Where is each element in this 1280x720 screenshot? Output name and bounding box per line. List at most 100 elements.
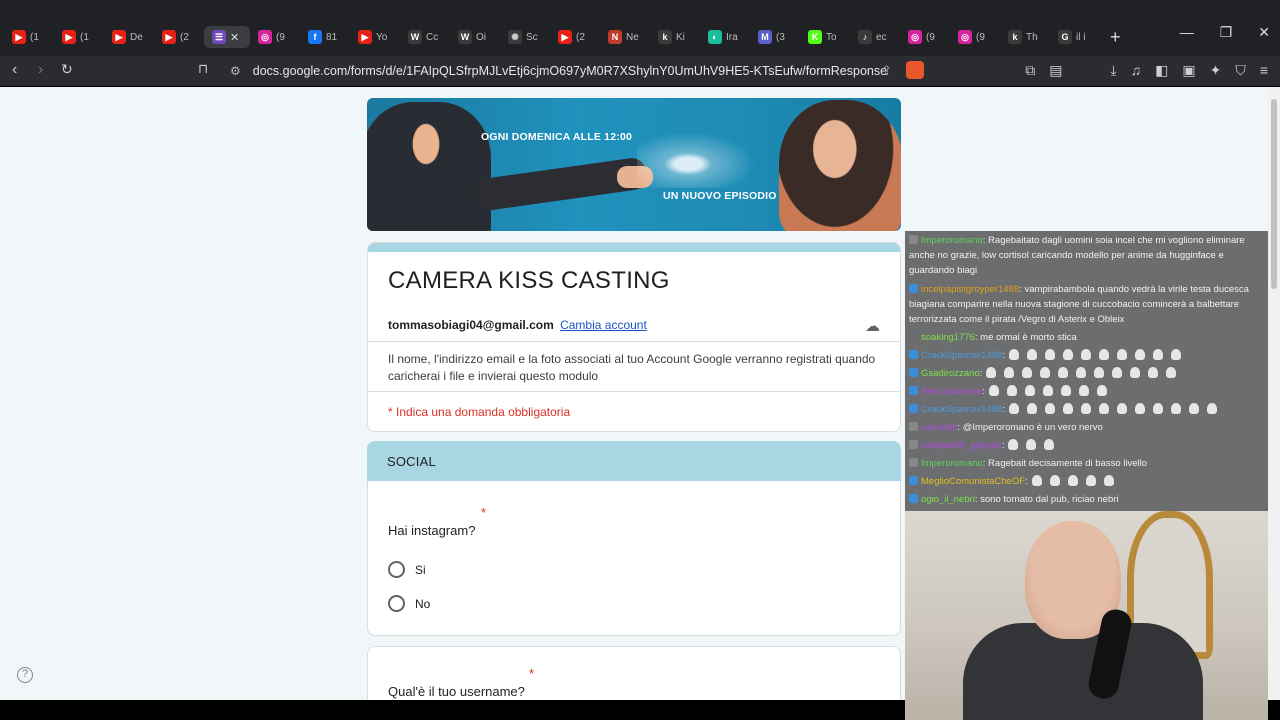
chat-badge-icon (909, 422, 918, 431)
browser-tab[interactable]: ◐ Ira (700, 26, 750, 48)
browser-tab[interactable]: N Ne (600, 26, 650, 48)
minimize-icon[interactable]: — (1180, 24, 1194, 41)
tab-title: Ki (676, 31, 685, 43)
chat-username[interactable]: MeglioComunistaCheOF (921, 476, 1025, 487)
brave-shields-icon[interactable] (906, 61, 924, 79)
tab-title: De (130, 31, 143, 43)
chat-emote-icon (1116, 403, 1127, 414)
webcam-overlay (905, 511, 1268, 720)
chat-emote-icon (1134, 349, 1145, 360)
bookmark-icon[interactable]: ⊓ (198, 61, 208, 77)
chat-emote-icon (1031, 475, 1042, 486)
wallet-icon[interactable]: ▣ (1182, 62, 1195, 79)
new-tab-button[interactable]: + (1110, 26, 1121, 48)
chat-username[interactable]: CrackSparrow1488 (921, 404, 1002, 415)
browser-tab[interactable]: K To (800, 26, 850, 48)
kick-green-icon: K (808, 30, 822, 44)
kick-icon: k (658, 30, 672, 44)
chat-message: incelpapistgroyper1488: vampirabambola q… (905, 280, 1268, 329)
forward-icon[interactable]: › (38, 61, 43, 79)
chat-emote-icon (1134, 403, 1145, 414)
chat-username[interactable]: RexLucumane (921, 386, 982, 397)
menu-icon[interactable]: ≡ (1260, 62, 1268, 79)
browser-tab[interactable]: f 81 (300, 26, 350, 48)
required-asterisk: * (481, 505, 487, 520)
chat-badge-icon (909, 404, 918, 413)
chat-emote-icon (1062, 349, 1073, 360)
browser-tab[interactable]: ☰ ✕ (204, 26, 250, 48)
radio-button[interactable] (388, 561, 405, 578)
reader-icon[interactable]: ▤ (1049, 62, 1062, 79)
page-scrollbar[interactable] (1268, 87, 1280, 700)
form-header-banner: OGNI DOMENICA ALLE 12:00 UN NUOVO EPISOD… (367, 98, 901, 231)
chat-emote-icon (1026, 439, 1037, 450)
browser-tab[interactable]: ▶ (2 (154, 26, 204, 48)
site-settings-icon[interactable]: ⚙ (230, 64, 241, 78)
browser-tab[interactable]: ◎ (9 (250, 26, 300, 48)
chat-emote-icon (1026, 349, 1037, 360)
question-card-instagram: Hai instagram? * Si No (367, 481, 901, 636)
web-icon: ◐ (708, 30, 722, 44)
scrollbar-thumb[interactable] (1271, 99, 1277, 289)
chat-username[interactable]: ogio_il_nebri (921, 494, 975, 505)
chat-emote-icon (1049, 475, 1060, 486)
chat-username[interactable]: incelpapistgroyper1488 (921, 284, 1019, 295)
maximize-icon[interactable]: ❐ (1220, 24, 1233, 41)
browser-tab[interactable]: M (3 (750, 26, 800, 48)
facebook-icon: f (308, 30, 322, 44)
chat-emote-icon (1008, 403, 1019, 414)
extensions-icon[interactable]: ⧉ (1025, 62, 1035, 79)
stream-chat-overlay: Imperoromano: Ragebaitato dagli uomini s… (905, 231, 1268, 511)
browser-tab[interactable]: ◎ (9 (900, 26, 950, 48)
browser-tab[interactable]: k Th (1000, 26, 1050, 48)
chat-username[interactable]: CrackSparrow1488 (921, 350, 1002, 361)
tab-title: Sc (526, 31, 538, 43)
chat-text: : (982, 386, 985, 397)
close-tab-icon[interactable]: ✕ (230, 31, 239, 44)
browser-tab[interactable]: ▶ Yo (350, 26, 400, 48)
reload-icon[interactable]: ↻ (61, 61, 73, 78)
required-asterisk: * (529, 666, 535, 681)
chat-username[interactable]: carmelm (921, 422, 957, 433)
close-window-icon[interactable]: ✕ (1258, 24, 1270, 41)
browser-tab[interactable]: ▶ De (104, 26, 154, 48)
chat-username[interactable]: seabjee39_gripppn (921, 440, 1002, 451)
browser-tab[interactable]: ▶ (1 (54, 26, 104, 48)
switch-account-link[interactable]: Cambia account (560, 318, 647, 332)
sidebar-icon[interactable]: ◧ (1155, 62, 1168, 79)
share-icon[interactable]: ⇪ (881, 63, 892, 79)
address-bar[interactable]: ⚙ docs.google.com/forms/d/e/1FAIpQLSfrpM… (222, 58, 902, 84)
browser-tab[interactable]: ▶ (2 (550, 26, 600, 48)
kick-icon: k (1008, 30, 1022, 44)
browser-tab[interactable]: k Ki (650, 26, 700, 48)
browser-tab[interactable]: ▶ (1 (4, 26, 54, 48)
back-icon[interactable]: ‹ (12, 61, 17, 79)
chat-emote-icon (1112, 367, 1123, 378)
browser-tab[interactable]: W Cc (400, 26, 450, 48)
browser-tab[interactable]: ♪ ec (850, 26, 900, 48)
help-icon[interactable]: ? (17, 667, 33, 683)
chat-username[interactable]: Imperoromano (921, 458, 983, 469)
chat-message: RexLucumane: (905, 383, 1268, 401)
chat-username[interactable]: Gsadirozzano (921, 368, 980, 379)
browser-tab[interactable]: Gil i (1050, 26, 1100, 48)
radio-button[interactable] (388, 595, 405, 612)
download-icon[interactable]: ⤓ (1110, 62, 1116, 79)
browser-tab[interactable]: ✺ Sc (500, 26, 550, 48)
browser-tab[interactable]: ◎ (9 (950, 26, 1000, 48)
tiktok-icon: ♪ (858, 30, 872, 44)
chat-username[interactable]: soaking1776 (921, 332, 975, 343)
leo-icon[interactable]: ✦ (1210, 62, 1222, 79)
youtube-icon: ▶ (162, 30, 176, 44)
chat-emote-icon (1024, 385, 1035, 396)
chat-username[interactable]: Imperoromano (921, 235, 983, 246)
media-icon[interactable]: ♫ (1131, 62, 1142, 79)
radio-option-no[interactable]: No (388, 595, 430, 612)
chat-emote-icon (1067, 475, 1078, 486)
browser-tab[interactable]: W Oi (450, 26, 500, 48)
vpn-icon[interactable]: ⛉ (1235, 62, 1246, 79)
tab-title: Yo (376, 31, 388, 43)
radio-option-si[interactable]: Si (388, 561, 426, 578)
tab-title: (9 (276, 31, 285, 43)
chat-emote-icon (986, 367, 997, 378)
